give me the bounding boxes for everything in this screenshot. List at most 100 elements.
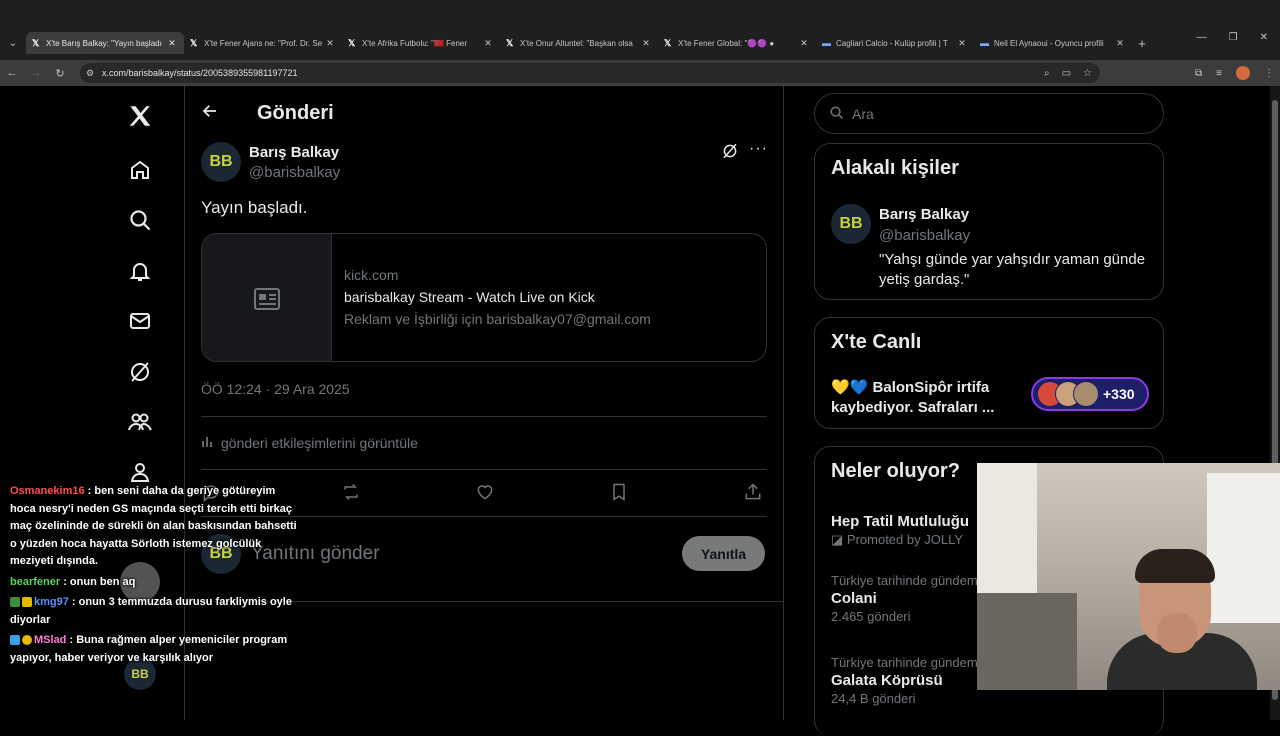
tab-6[interactable]: ▬ Cagliari Calcio - Kulüp profili | T ✕ [816, 32, 974, 54]
x-logo-icon: 𝕏 [664, 37, 672, 48]
browser-toolbar: ⧉ ≡ ⋮ [1195, 66, 1274, 80]
divider [201, 469, 767, 470]
forward-icon[interactable]: → [24, 67, 48, 79]
related-avatar[interactable]: BB [831, 204, 871, 244]
tab-title: X'te Fener Ajans ne: "Prof. Dr. Se [204, 38, 323, 48]
bookmark-icon[interactable] [609, 482, 629, 507]
x-logo-icon: 𝕏 [32, 37, 40, 48]
search-icon[interactable] [120, 202, 160, 238]
author-avatar[interactable]: BB [201, 142, 241, 182]
author-name[interactable]: Barış Balkay [249, 144, 339, 161]
x-logo-icon: 𝕏 [348, 37, 356, 48]
card-description: Reklam ve İşbirliği için barisbalkay07@g… [344, 311, 651, 327]
related-bio: "Yahşı günde yar yahşıdır yaman günde ye… [879, 251, 1146, 288]
search-input[interactable]: Ara [814, 93, 1164, 134]
related-people-panel: Alakalı kişiler BB Barış Balkay @barisba… [814, 143, 1164, 300]
tab-4[interactable]: 𝕏 X'te Onur Altuntel: "Başkan olsa ✕ [500, 32, 658, 54]
cast-icon[interactable]: ▭ [1062, 68, 1071, 79]
trend-item[interactable]: Hep Tatil Mutluluğu ◪ Promoted by JOLLY [831, 511, 969, 548]
trend-count: 2.465 gönderi [831, 609, 911, 624]
url-text: x.com/barisbalkay/status/200538935598119… [102, 68, 298, 78]
tab-strip: ⌄ 𝕏 X'te Barış Balkay: "Yayın başladı ✕ 𝕏X… [0, 32, 1280, 54]
close-tab-icon[interactable]: ✕ [482, 38, 494, 49]
sidebar-icon[interactable]: ≡ [1216, 68, 1222, 79]
author-avatar-image: BB [201, 142, 241, 182]
link-card[interactable]: kick.com barisbalkay Stream - Watch Live… [201, 233, 767, 362]
post-text: Yayın başladı. [201, 198, 308, 217]
tab-title: Neil El Aynaoui - Oyuncu profili [994, 38, 1104, 48]
live-space-title[interactable]: 💛💙 BalonSipôr irtifa kaybediyor. Safrala… [831, 378, 1031, 418]
trend-count: Promoted by JOLLY [846, 532, 963, 547]
view-engagements-link[interactable]: gönderi etkileşimlerini görüntüle [201, 434, 418, 451]
site-info-icon[interactable]: ⚙ [86, 68, 102, 79]
x-logo-icon[interactable] [120, 98, 160, 134]
live-listeners-pill[interactable]: +330 [1031, 377, 1149, 411]
close-tab-icon[interactable]: ✕ [640, 38, 652, 49]
close-tab-icon[interactable]: ✕ [166, 38, 178, 49]
chat-username: Osmanekim16 [10, 485, 85, 497]
trend-meta: Türkiye tarihinde gündem [831, 655, 978, 670]
grok-icon[interactable] [120, 354, 160, 390]
tab-title: X'te Onur Altuntel: "Başkan olsa [520, 38, 633, 48]
close-tab-icon[interactable]: ✕ [1114, 38, 1126, 49]
x-logo-icon: 𝕏 [190, 37, 198, 48]
restore-icon[interactable]: ❐ [1229, 32, 1238, 43]
new-tab-button[interactable]: + [1132, 36, 1152, 51]
zoom-icon[interactable]: ⌕ [1044, 68, 1050, 79]
tab-title: X'te Fener Global: "🟣🟣 ● [678, 38, 775, 48]
streamer-hand [1157, 613, 1197, 653]
url-input[interactable]: ⚙ x.com/barisbalkay/status/2005389355981… [80, 63, 1100, 83]
notifications-icon[interactable] [120, 253, 160, 289]
related-handle[interactable]: @barisbalkay [879, 227, 970, 244]
related-name[interactable]: Barış Balkay [879, 206, 969, 223]
x-logo-icon: 𝕏 [506, 37, 514, 48]
trend-meta: Türkiye tarihinde gündem [831, 573, 978, 588]
chat-badge-icon [22, 635, 32, 646]
share-icon[interactable] [743, 482, 763, 507]
divider [201, 416, 767, 417]
search-placeholder: Ara [852, 105, 874, 122]
tab-1[interactable]: 𝕏 X'te Barış Balkay: "Yayın başladı ✕ [26, 32, 184, 54]
tab-3[interactable]: 𝕏 X'te Afrika Futbolu: "🇲🇦 Fener ✕ [342, 32, 500, 54]
chat-message: MSlad : Buna rağmen alper yemeniciler pr… [10, 632, 300, 667]
profile-avatar[interactable] [1236, 66, 1250, 80]
tab-2[interactable]: 𝕏 X'te Fener Ajans ne: "Prof. Dr. Se ✕ [184, 32, 342, 54]
menu-icon[interactable]: ⋮ [1264, 68, 1274, 79]
more-options-icon[interactable]: ··· [749, 140, 768, 158]
chat-username: kmg97 [34, 596, 69, 608]
reply-button[interactable]: Yanıtla [682, 536, 765, 571]
close-tab-icon[interactable]: ✕ [956, 38, 968, 49]
back-arrow-icon[interactable] [201, 102, 219, 125]
chat-message: Osmanekim16 : ben seni daha da geriye gö… [10, 483, 300, 571]
back-icon[interactable]: ← [0, 67, 24, 79]
trend-item[interactable]: Türkiye tarihinde gündem Colani 2.465 gö… [831, 573, 978, 624]
minimize-icon[interactable]: — [1197, 32, 1207, 43]
home-icon[interactable] [120, 152, 160, 188]
close-tab-icon[interactable]: ✕ [324, 38, 336, 49]
related-title: Alakalı kişiler [831, 157, 959, 179]
card-title: barisbalkay Stream - Watch Live on Kick [344, 289, 595, 305]
view-engagements-label: gönderi etkileşimlerini görüntüle [221, 434, 418, 451]
tab-title: X'te Barış Balkay: "Yayın başladı [46, 38, 162, 48]
close-tab-icon[interactable]: ✕ [798, 38, 810, 49]
chat-text: : ben seni daha da geriye götüreyim hoca… [10, 485, 297, 567]
like-icon[interactable] [475, 482, 495, 507]
post-timestamp[interactable]: ÖÖ 12:24 · 29 Ara 2025 [201, 381, 350, 397]
reload-icon[interactable]: ↻ [48, 67, 72, 80]
chat-message: bearfener : onun ben aq [10, 574, 300, 592]
tab-7[interactable]: ▬ Neil El Aynaoui - Oyuncu profili ✕ [974, 32, 1132, 54]
chat-message: kmg97 : onun 3 temmuzda durusu farkliymi… [10, 594, 300, 629]
trend-item[interactable]: Türkiye tarihinde gündem Galata Köprüsü … [831, 655, 978, 706]
grok-explain-icon[interactable] [721, 142, 739, 165]
tab-search-button[interactable]: ⌄ [0, 38, 26, 49]
author-handle[interactable]: @barisbalkay [249, 164, 340, 181]
extensions-icon[interactable]: ⧉ [1195, 68, 1202, 79]
repost-icon[interactable] [341, 482, 361, 507]
close-window-icon[interactable]: ✕ [1260, 32, 1268, 43]
tab-5[interactable]: 𝕏 X'te Fener Global: "🟣🟣 ● ✕ [658, 32, 816, 54]
communities-icon[interactable] [120, 404, 160, 440]
bookmark-star-icon[interactable]: ☆ [1083, 68, 1092, 79]
related-avatar-image: BB [831, 204, 871, 244]
messages-icon[interactable] [120, 303, 160, 339]
trend-name: Hep Tatil Mutluluğu [831, 513, 970, 530]
